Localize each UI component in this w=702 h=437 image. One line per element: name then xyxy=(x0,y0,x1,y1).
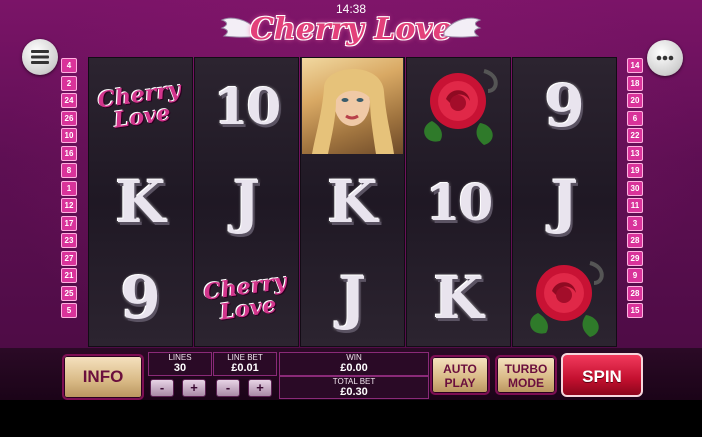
menu-button[interactable] xyxy=(22,39,58,75)
payline-badge[interactable]: 25 xyxy=(61,285,77,301)
lines-label: LINES xyxy=(168,353,192,362)
payline-badge[interactable]: 15 xyxy=(627,303,643,318)
payline-badge[interactable]: 28 xyxy=(627,285,643,301)
line-bet-label: LINE BET xyxy=(227,353,263,362)
payline-badge[interactable]: 2 xyxy=(61,75,77,91)
payline-badge[interactable]: 20 xyxy=(627,93,643,108)
symbol-9: 9 xyxy=(89,250,192,346)
reel-1: Cherry Love K 9 xyxy=(88,57,193,347)
woman-portrait-image xyxy=(302,58,403,154)
payline-badge[interactable]: 30 xyxy=(627,180,643,196)
reel-5: 9 J xyxy=(512,57,617,347)
symbol-k: K xyxy=(407,250,510,346)
payline-badge[interactable]: 26 xyxy=(61,110,77,126)
payline-badge[interactable]: 29 xyxy=(627,250,643,266)
symbol-label: 10 xyxy=(425,172,494,232)
payline-badge[interactable]: 9 xyxy=(627,268,643,283)
line-bet-display: LINE BET £0.01 xyxy=(213,352,277,376)
symbol-10: 10 xyxy=(407,154,510,250)
more-options-button[interactable] xyxy=(647,40,683,76)
payline-badge[interactable]: 18 xyxy=(627,75,643,91)
symbol-label: J xyxy=(232,168,261,236)
lines-display: LINES 30 xyxy=(148,352,212,376)
symbol-k: K xyxy=(89,154,192,250)
symbol-label: J xyxy=(550,168,579,236)
win-value: £0.00 xyxy=(340,362,368,374)
payline-badge[interactable]: 3 xyxy=(627,215,643,231)
win-label: WIN xyxy=(346,353,362,362)
status-time: 14:38 xyxy=(335,2,367,16)
symbol-10: 10 xyxy=(195,58,298,154)
paylines-left: 4 2 24 26 10 16 8 1 12 17 23 27 21 25 5 xyxy=(61,58,77,321)
payline-badge[interactable]: 23 xyxy=(61,233,77,248)
rose-icon xyxy=(423,69,498,145)
symbol-label: K xyxy=(115,168,166,236)
payline-badge[interactable]: 13 xyxy=(627,145,643,161)
symbol-k: K xyxy=(301,154,404,250)
rose-icon xyxy=(529,261,604,337)
symbol-j: J xyxy=(195,154,298,250)
wing-icon xyxy=(443,17,482,38)
symbol-label: K xyxy=(327,168,378,236)
info-button[interactable]: INFO xyxy=(62,354,144,400)
symbol-label: 9 xyxy=(120,264,161,332)
symbol-woman xyxy=(301,58,404,154)
payline-badge[interactable]: 12 xyxy=(61,198,77,213)
symbol-j: J xyxy=(513,154,616,250)
total-bet-label: TOTAL BET xyxy=(332,377,376,386)
paylines-right: 14 18 20 6 22 13 19 30 11 3 28 29 9 28 15 xyxy=(627,58,643,321)
turbo-label-1: TURBO xyxy=(504,362,548,376)
symbol-j: J xyxy=(301,250,404,346)
win-display: WIN £0.00 xyxy=(279,352,429,376)
payline-badge[interactable]: 6 xyxy=(627,110,643,126)
payline-badge[interactable]: 11 xyxy=(627,198,643,213)
lines-plus-button[interactable]: + xyxy=(182,379,206,397)
more-dots-icon xyxy=(656,55,674,61)
lines-minus-button[interactable]: - xyxy=(150,379,174,397)
symbol-rose xyxy=(513,250,616,346)
payline-badge[interactable]: 16 xyxy=(61,145,77,161)
payline-badge[interactable]: 8 xyxy=(61,163,77,178)
turbo-mode-button[interactable]: TURBO MODE xyxy=(495,355,557,395)
payline-badge[interactable]: 17 xyxy=(61,215,77,231)
hamburger-menu-icon xyxy=(31,50,49,64)
turbo-label-2: MODE xyxy=(508,376,544,390)
spin-button[interactable]: SPIN xyxy=(561,353,643,397)
symbol-label: J xyxy=(338,264,367,332)
symbol-label: 10 xyxy=(213,76,282,136)
payline-badge[interactable]: 27 xyxy=(61,250,77,266)
symbol-9: 9 xyxy=(513,58,616,154)
symbol-rose xyxy=(407,58,510,154)
auto-play-label-1: AUTO xyxy=(443,362,477,376)
reel-4: 10 K xyxy=(406,57,511,347)
line-bet-plus-button[interactable]: + xyxy=(248,379,272,397)
auto-play-label-2: PLAY xyxy=(444,376,476,390)
payline-badge[interactable]: 5 xyxy=(61,303,77,318)
total-bet-display: TOTAL BET £0.30 xyxy=(279,376,429,399)
payline-badge[interactable]: 22 xyxy=(627,128,643,143)
total-bet-value: £0.30 xyxy=(340,386,368,398)
symbol-cherry-love-logo: Cherry Love xyxy=(89,58,192,154)
symbol-label: K xyxy=(433,264,484,332)
reel-grid: Cherry Love K 9 10 J Cherry Love K J 10 … xyxy=(88,57,620,347)
game-screen: 14:38 Cherry Love 4 2 24 26 10 16 8 1 12 17 23 27 21… xyxy=(0,0,702,400)
line-bet-value: £0.01 xyxy=(231,362,259,374)
payline-badge[interactable]: 4 xyxy=(61,58,77,73)
payline-badge[interactable]: 10 xyxy=(61,128,77,143)
reel-3: K J xyxy=(300,57,405,347)
auto-play-button[interactable]: AUTO PLAY xyxy=(430,355,490,395)
payline-badge[interactable]: 21 xyxy=(61,268,77,283)
payline-badge[interactable]: 28 xyxy=(627,233,643,248)
line-bet-minus-button[interactable]: - xyxy=(216,379,240,397)
symbol-label: 9 xyxy=(544,72,585,140)
lines-value: 30 xyxy=(173,362,187,374)
payline-badge[interactable]: 19 xyxy=(627,163,643,178)
symbol-cherry-love-logo: Cherry Love xyxy=(195,250,298,346)
payline-badge[interactable]: 1 xyxy=(61,180,77,196)
payline-badge[interactable]: 24 xyxy=(61,93,77,108)
payline-badge[interactable]: 14 xyxy=(627,58,643,73)
reel-2: 10 J Cherry Love xyxy=(194,57,299,347)
